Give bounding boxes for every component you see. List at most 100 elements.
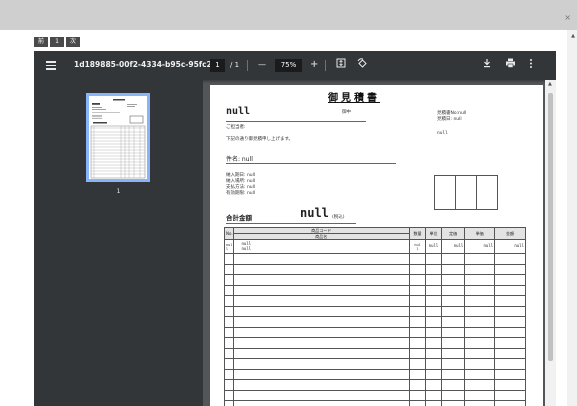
table-cell	[440, 400, 466, 406]
table-cell	[440, 379, 466, 391]
table-row	[224, 358, 526, 370]
payment-terms: 支払方法: null	[226, 185, 256, 190]
more-icon[interactable]	[529, 58, 533, 74]
table-cell	[224, 305, 234, 317]
menu-icon[interactable]	[46, 61, 56, 70]
table-row	[224, 316, 526, 328]
toolbar-divider	[325, 60, 326, 71]
table-cell	[425, 284, 442, 296]
table-cell	[440, 316, 466, 328]
cell-unit: null	[425, 239, 442, 254]
table-cell	[425, 316, 442, 328]
next-button[interactable]: 次	[66, 37, 80, 47]
table-cell	[494, 347, 526, 359]
thumbnail-page-number: 1	[116, 188, 121, 195]
table-cell	[464, 305, 496, 317]
table-cell	[232, 389, 411, 401]
tax-note: (税込)	[332, 215, 345, 220]
table-row	[224, 337, 526, 349]
table-cell	[494, 284, 526, 296]
scroll-up-icon[interactable]: ▲	[548, 81, 552, 87]
table-cell	[464, 379, 496, 391]
customer-underline	[226, 121, 366, 122]
print-icon[interactable]	[505, 58, 516, 73]
honorific: 御中	[342, 110, 351, 115]
document-heading: 御見積書	[328, 93, 380, 104]
table-cell	[425, 326, 442, 338]
table-cell	[464, 263, 496, 275]
table-cell	[224, 253, 234, 265]
table-cell	[409, 316, 426, 328]
zoom-out-button[interactable]: —	[258, 58, 266, 72]
table-cell	[232, 284, 411, 296]
table-cell	[232, 337, 411, 349]
zoom-in-button[interactable]: +	[310, 58, 318, 72]
table-cell	[464, 253, 496, 265]
table-cell	[425, 368, 442, 380]
table-row	[224, 347, 526, 359]
header-no: No.	[224, 227, 234, 240]
toolbar-divider	[247, 60, 248, 71]
estimate-date: 見積日: null	[437, 117, 462, 122]
table-cell	[232, 295, 411, 307]
table-cell	[224, 284, 234, 296]
table-row	[224, 379, 526, 391]
table-row	[224, 326, 526, 338]
table-cell	[464, 274, 496, 286]
modal-scrollbar[interactable]	[567, 30, 577, 406]
close-icon[interactable]: ×	[564, 14, 571, 22]
pdf-page: 御見積書 null 御中 見積書No:null 見積日: null null ご…	[210, 85, 543, 406]
table-cell	[464, 316, 496, 328]
table-cell	[224, 316, 234, 328]
scroll-up-icon[interactable]: ▲	[571, 33, 575, 39]
table-cell	[440, 347, 466, 359]
table-cell	[409, 347, 426, 359]
page-number-button[interactable]: 1	[50, 37, 64, 47]
table-cell	[464, 347, 496, 359]
prev-button[interactable]: 前	[34, 37, 48, 47]
scrollbar-thumb[interactable]	[548, 93, 553, 361]
intro-text: 下記の通り御見積申し上げます。	[226, 137, 294, 142]
table-row	[224, 305, 526, 317]
table-cell	[494, 368, 526, 380]
table-row	[224, 274, 526, 286]
table-cell	[425, 305, 442, 317]
fit-page-icon[interactable]	[336, 58, 346, 73]
table-cell	[232, 379, 411, 391]
page-number-input[interactable]: 1	[210, 59, 225, 72]
table-cell	[440, 253, 466, 265]
table-cell	[232, 316, 411, 328]
table-cell	[425, 295, 442, 307]
table-cell	[409, 253, 426, 265]
cell-list-price: null	[440, 239, 466, 254]
table-cell	[464, 389, 496, 401]
page-thumbnail[interactable]	[86, 93, 150, 182]
table-cell	[409, 263, 426, 275]
table-cell	[425, 274, 442, 286]
table-cell	[464, 337, 496, 349]
table-cell	[425, 337, 442, 349]
table-cell	[409, 305, 426, 317]
delivery-date: 納入期日: null	[226, 173, 256, 178]
rotate-icon[interactable]	[357, 58, 368, 74]
table-cell	[224, 326, 234, 338]
table-cell	[409, 400, 426, 406]
table-cell	[425, 379, 442, 391]
table-cell	[409, 295, 426, 307]
total-amount: null	[300, 206, 329, 220]
table-cell	[425, 347, 442, 359]
pdf-viewer: 1d189885-00f2-4334-b95c-95fc2... 1 / 1 —…	[34, 51, 556, 406]
table-cell	[464, 358, 496, 370]
page-total: / 1	[230, 61, 240, 69]
table-cell	[494, 389, 526, 401]
table-cell	[224, 347, 234, 359]
table-cell	[409, 389, 426, 401]
table-cell	[224, 295, 234, 307]
cell-unit-price: null	[464, 239, 496, 254]
zoom-input[interactable]: 75%	[275, 59, 302, 72]
table-cell	[464, 368, 496, 380]
table-row	[224, 253, 526, 265]
download-icon[interactable]	[482, 58, 492, 73]
table-cell	[464, 284, 496, 296]
table-cell	[494, 274, 526, 286]
